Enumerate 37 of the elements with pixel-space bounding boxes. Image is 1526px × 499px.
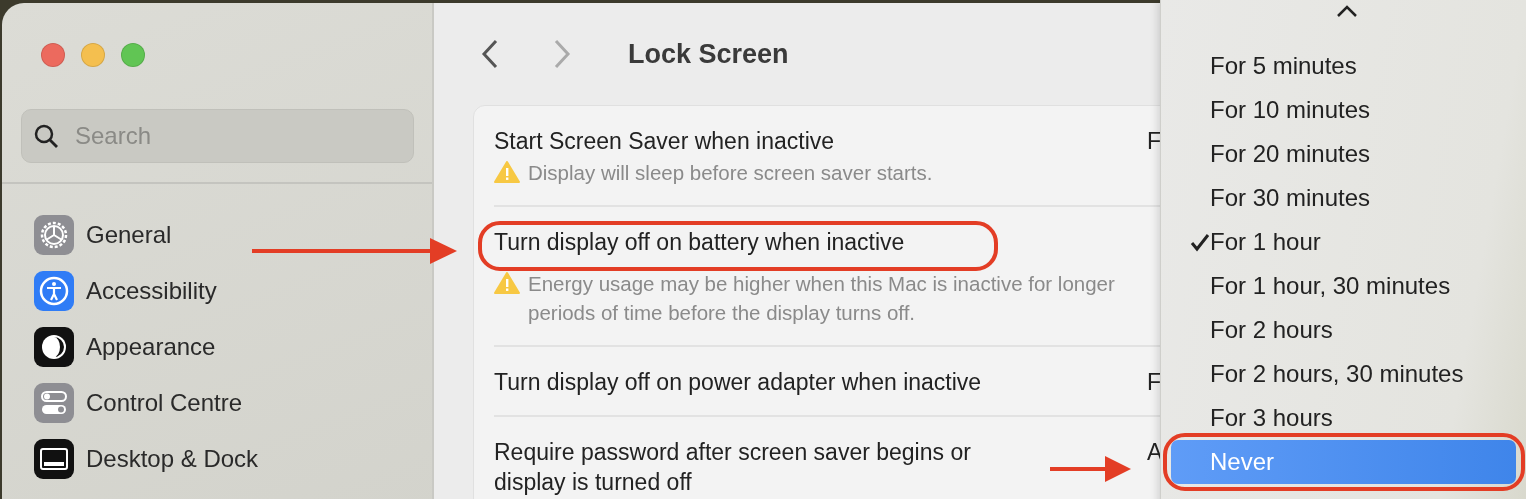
setting-note: Display will sleep before screen saver starts. <box>528 160 933 186</box>
menu-item[interactable]: For 1 hour <box>1171 220 1516 264</box>
setting-value[interactable]: F <box>1147 128 1162 154</box>
close-button[interactable] <box>41 43 65 67</box>
menu-item[interactable]: For 20 minutes <box>1171 132 1516 176</box>
search-icon <box>33 123 59 149</box>
menu-item[interactable]: For 2 hours, 30 minutes <box>1171 352 1516 396</box>
setting-note: Energy usage may be higher when this Mac is inactive for longer periods of time before the display turns off. <box>528 271 1116 326</box>
setting-label: Require password after screen saver begins or display is turned off <box>494 438 972 497</box>
setting-value[interactable]: F <box>1147 369 1162 395</box>
sidebar-item[interactable]: Desktop & Dock <box>86 445 259 473</box>
sidebar-item[interactable]: Appearance <box>86 333 216 361</box>
back-icon[interactable] <box>480 39 500 69</box>
warning-icon <box>494 272 520 294</box>
toggles-icon <box>34 383 74 423</box>
minimize-button[interactable] <box>81 43 105 67</box>
scroll-up-icon[interactable] <box>1336 4 1358 18</box>
sidebar-item[interactable]: General <box>86 221 172 249</box>
setting-label: Turn display off on power adapter when inactive <box>494 368 982 397</box>
menu-item[interactable]: For 2 hours <box>1171 308 1516 352</box>
menu-item[interactable]: For 3 hours <box>1171 396 1516 440</box>
appearance-icon <box>34 327 74 367</box>
menu-item[interactable]: For 10 minutes <box>1171 88 1516 132</box>
zoom-button[interactable] <box>121 43 145 67</box>
setting-label: Turn display off on battery when inactive <box>494 228 905 257</box>
setting-label: Start Screen Saver when inactive <box>494 127 835 156</box>
gear-icon <box>34 215 74 255</box>
sidebar-item[interactable]: Control Centre <box>86 389 243 417</box>
menu-item[interactable]: For 1 hour, 30 minutes <box>1171 264 1516 308</box>
accessibility-icon <box>34 271 74 311</box>
menu-item[interactable]: For 30 minutes <box>1171 176 1516 220</box>
warning-icon <box>494 161 520 183</box>
menu-item[interactable]: For 5 minutes <box>1171 44 1516 88</box>
page-title: Lock Screen <box>628 38 789 70</box>
search-field[interactable]: Search <box>21 109 414 163</box>
dock-icon <box>34 439 74 479</box>
sidebar-item[interactable]: Accessibility <box>86 277 217 305</box>
